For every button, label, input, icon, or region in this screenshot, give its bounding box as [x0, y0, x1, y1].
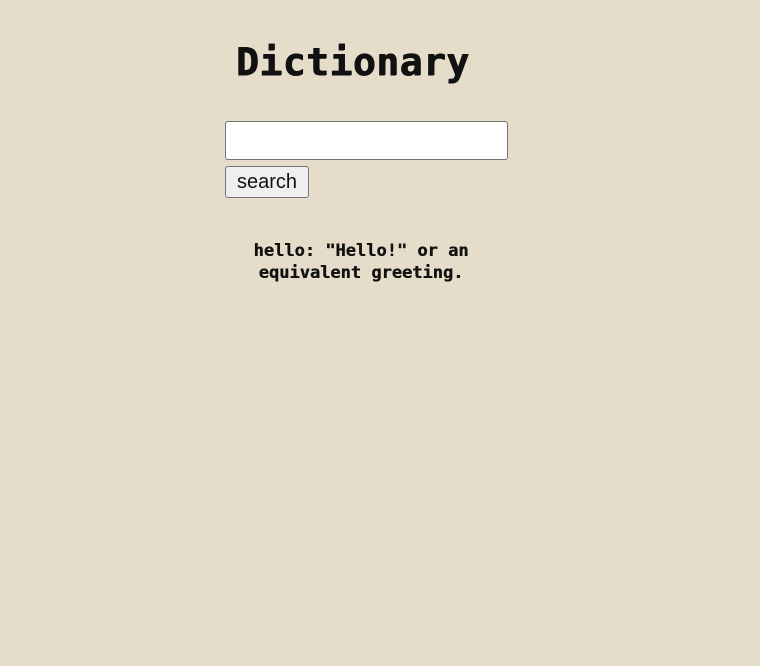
search-button[interactable]: search: [225, 166, 309, 198]
page-title: Dictionary: [236, 40, 470, 84]
dictionary-page: Dictionary search hello: "Hello!" or an …: [0, 0, 760, 666]
search-input[interactable]: [225, 121, 508, 160]
definition-result: hello: "Hello!" or an equivalent greetin…: [253, 241, 469, 283]
